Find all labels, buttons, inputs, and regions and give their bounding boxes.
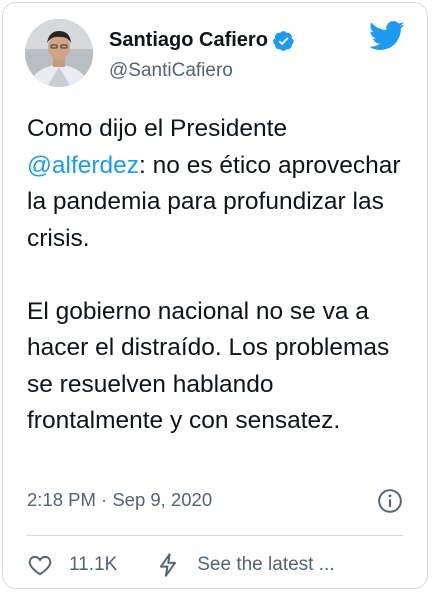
verified-badge-icon xyxy=(273,30,294,51)
like-count: 11.1K xyxy=(69,554,118,575)
see-latest-label: See the latest ... xyxy=(197,554,335,575)
info-icon[interactable] xyxy=(377,488,403,514)
tweet-timestamp[interactable]: 2:18 PM · Sep 9, 2020 xyxy=(27,489,212,511)
tweet-actions: 11.1K See the latest ... xyxy=(27,549,335,581)
tweet-text-pre: Como dijo el Presidente xyxy=(27,115,288,142)
tweet-paragraph-1: Como dijo el Presidente @alferdez: no es … xyxy=(27,111,411,257)
tweet-body: Como dijo el Presidente @alferdez: no es … xyxy=(27,111,411,440)
twitter-bird-icon[interactable] xyxy=(369,21,405,51)
see-latest-button[interactable]: See the latest ... xyxy=(155,552,335,578)
author-name[interactable]: Santiago Cafiero xyxy=(109,29,268,52)
like-button[interactable]: 11.1K xyxy=(27,552,117,578)
tweet-paragraph-2: El gobierno nacional no se va a hacer el… xyxy=(27,297,390,435)
lightning-bolt-icon xyxy=(160,553,177,577)
mention-link[interactable]: @alferdez xyxy=(27,152,139,179)
tweet-card: Santiago Cafiero @SantiCafiero Como dijo… xyxy=(2,2,428,589)
avatar[interactable] xyxy=(25,19,93,87)
author-name-row[interactable]: Santiago Cafiero xyxy=(109,29,295,52)
divider xyxy=(27,535,403,536)
heart-icon xyxy=(28,555,52,576)
author-handle[interactable]: @SantiCafiero xyxy=(109,60,233,82)
